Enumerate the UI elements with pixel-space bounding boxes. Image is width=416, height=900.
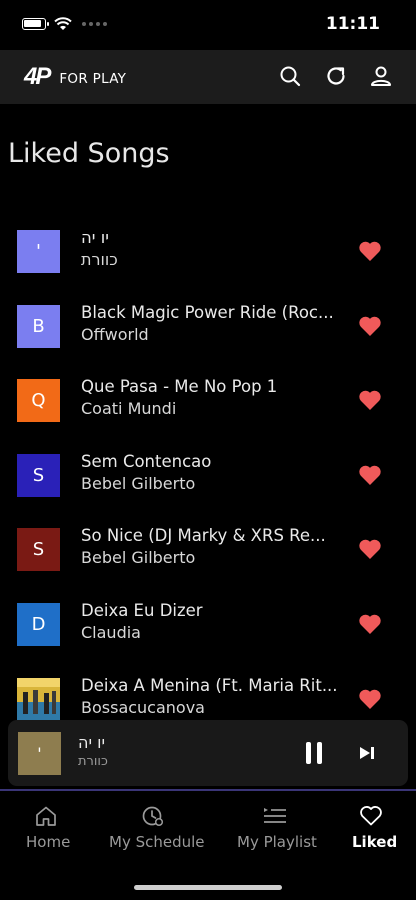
page-title: Liked Songs — [8, 138, 170, 169]
nav-my-playlist[interactable]: My Playlist — [226, 791, 322, 861]
song-title: Que Pasa - Me No Pop 1 — [81, 377, 278, 396]
list-item[interactable]: S So Nice (DJ Marky & XRS Re... Bebel Gi… — [0, 520, 416, 580]
song-artist: Offworld — [81, 325, 149, 344]
list-item[interactable]: B Black Magic Power Ride (Roc... Offworl… — [0, 297, 416, 357]
nav-home-label: Home — [26, 833, 71, 851]
status-indicators — [22, 17, 107, 31]
song-title: Deixa Eu Dizer — [81, 601, 203, 620]
heart-icon[interactable] — [358, 389, 382, 411]
logo-text: FOR PLAY — [59, 71, 127, 87]
song-artist: Bebel Gilberto — [81, 548, 196, 567]
heart-icon[interactable] — [358, 538, 382, 560]
list-item[interactable]: S Sem Contencao Bebel Gilberto — [0, 446, 416, 506]
song-artist: Bossacucanova — [81, 698, 205, 717]
heart-icon[interactable] — [358, 240, 382, 262]
song-artist: Claudia — [81, 623, 141, 642]
app-logo[interactable]: 4P FOR PLAY — [24, 63, 126, 91]
mini-player-artist: כוורת — [78, 754, 108, 769]
nav-liked-label: Liked — [352, 833, 398, 851]
song-thumbnail: D — [17, 603, 60, 646]
song-thumbnail: S — [17, 528, 60, 571]
song-title: Black Magic Power Ride (Roc... — [81, 303, 334, 322]
list-item[interactable]: D Deixa Eu Dizer Claudia — [0, 595, 416, 655]
app-header: 4P FOR PLAY — [0, 50, 416, 104]
song-title: יו יה — [81, 228, 109, 247]
playlist-icon — [264, 808, 286, 823]
refresh-icon[interactable] — [324, 64, 348, 88]
heart-icon[interactable] — [358, 315, 382, 337]
song-artist: כוורת — [81, 250, 118, 269]
song-thumbnail: B — [17, 305, 60, 348]
signal-dots-icon — [82, 22, 107, 26]
search-icon[interactable] — [278, 64, 302, 88]
nav-my-schedule-label: My Schedule — [109, 833, 205, 851]
home-indicator — [134, 885, 282, 890]
mini-player[interactable]: ' יו יה כוורת — [8, 720, 408, 786]
pause-button[interactable] — [306, 742, 324, 764]
nav-liked[interactable]: Liked — [340, 791, 402, 861]
status-bar: 11:11 — [0, 0, 416, 50]
nav-my-playlist-label: My Playlist — [237, 833, 317, 851]
wifi-icon — [54, 17, 72, 30]
song-title: So Nice (DJ Marky & XRS Re... — [81, 526, 326, 545]
heart-outline-icon — [360, 806, 382, 826]
logo-mark: 4P — [24, 63, 51, 90]
song-artist: Coati Mundi — [81, 399, 177, 418]
battery-icon — [22, 18, 49, 30]
home-icon — [36, 806, 56, 826]
song-thumbnail: S — [17, 454, 60, 497]
mini-player-thumbnail: ' — [18, 732, 61, 775]
mini-player-title: יו יה — [78, 733, 106, 752]
profile-icon[interactable] — [369, 64, 393, 88]
album-art-image — [17, 678, 60, 721]
bottom-nav: Home My Schedule My Playlist Liked — [0, 791, 416, 900]
nav-my-schedule[interactable]: My Schedule — [98, 791, 206, 861]
song-thumbnail: Q — [17, 379, 60, 422]
list-item[interactable]: Q Que Pasa - Me No Pop 1 Coati Mundi — [0, 371, 416, 431]
skip-next-icon[interactable] — [359, 746, 375, 760]
schedule-icon — [142, 806, 164, 827]
song-thumbnail: ' — [17, 230, 60, 273]
status-time: 11:11 — [325, 14, 380, 34]
heart-icon[interactable] — [358, 464, 382, 486]
heart-icon[interactable] — [358, 613, 382, 635]
heart-icon[interactable] — [358, 688, 382, 710]
song-title: Deixa A Menina (Ft. Maria Rit... — [81, 676, 338, 695]
nav-home[interactable]: Home — [0, 791, 92, 861]
song-artist: Bebel Gilberto — [81, 474, 196, 493]
song-title: Sem Contencao — [81, 452, 212, 471]
list-item[interactable]: ' יו יה כוורת — [0, 222, 416, 282]
